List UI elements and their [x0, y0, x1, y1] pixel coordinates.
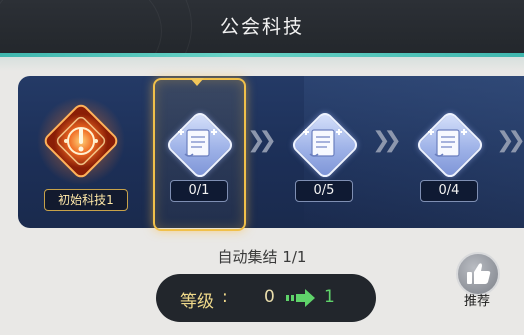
chevron-right-icon: ❯❯	[372, 128, 402, 153]
tech-node-count: 0/5	[295, 180, 353, 202]
tech-node-2[interactable]: 0/5	[278, 76, 368, 228]
header-bar: 公会科技	[0, 0, 524, 54]
tech-node-count: 0/4	[420, 180, 478, 202]
thumbs-up-icon	[467, 263, 491, 284]
recommend-label: 推荐	[463, 294, 490, 309]
recommend-button[interactable]: 推荐	[454, 252, 500, 310]
level-label: 等级	[180, 292, 214, 312]
tech-node-1[interactable]: 0/1	[153, 76, 243, 228]
arrow-right-icon	[286, 289, 315, 307]
scroll-icon	[303, 129, 342, 157]
chevron-right-icon: ❯❯	[247, 128, 277, 153]
auto-assemble-status: 自动集结 1/1	[0, 246, 524, 267]
level-colon: :	[222, 287, 228, 307]
initial-tech-icon	[37, 97, 125, 185]
scroll-icon	[428, 129, 467, 157]
level-indicator: 等级 : 0 1	[156, 274, 376, 322]
tech-node-count: 0/1	[170, 180, 228, 202]
level-current: 0	[264, 287, 275, 307]
auto-assemble-label: 自动集结	[217, 248, 278, 266]
auto-assemble-value: 1/1	[282, 248, 307, 266]
tech-node-3[interactable]: 0/4	[403, 76, 493, 228]
page-title: 公会科技	[219, 16, 304, 38]
chevron-right-icon: ❯❯	[496, 128, 524, 153]
header-glow	[0, 57, 524, 71]
scroll-icon	[178, 129, 217, 157]
level-next: 1	[324, 287, 335, 307]
initial-tech-label: 初始科技1	[44, 189, 128, 211]
